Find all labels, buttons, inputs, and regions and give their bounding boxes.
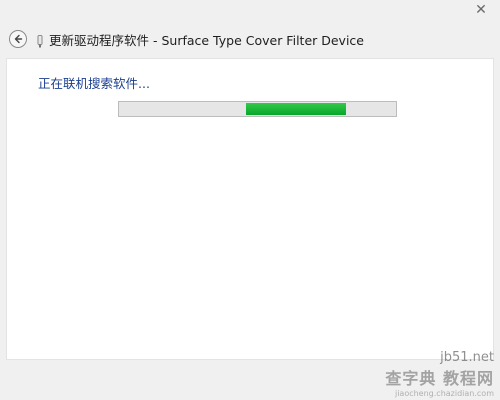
progress-fill: [246, 103, 346, 115]
device-icon: [37, 33, 43, 48]
close-button[interactable]: ✕: [466, 0, 496, 20]
watermark-line3: jiaocheng.chazidian.com: [394, 389, 494, 398]
back-arrow-icon: [14, 34, 23, 44]
wizard-header: 更新驱动程序软件 - Surface Type Cover Filter Dev…: [0, 22, 500, 56]
footer-bar: jb51.net 查字典 教程网 jiaocheng.chazidian.com: [0, 350, 500, 400]
status-text: 正在联机搜索软件...: [38, 76, 150, 91]
watermark-line1: jb51.net: [440, 350, 494, 365]
window-title: 更新驱动程序软件 - Surface Type Cover Filter Dev…: [49, 32, 364, 48]
update-driver-window: ✕ 更新驱动程序软件 - Surface Type Cover Filter D…: [0, 0, 500, 400]
back-button[interactable]: [9, 30, 27, 48]
watermark: jb51.net 查字典 教程网 jiaocheng.chazidian.com: [385, 350, 494, 398]
close-icon: ✕: [475, 2, 487, 18]
watermark-line2: 查字典 教程网: [385, 369, 494, 388]
content-panel: 正在联机搜索软件...: [6, 58, 494, 360]
progress-bar: [118, 101, 397, 117]
